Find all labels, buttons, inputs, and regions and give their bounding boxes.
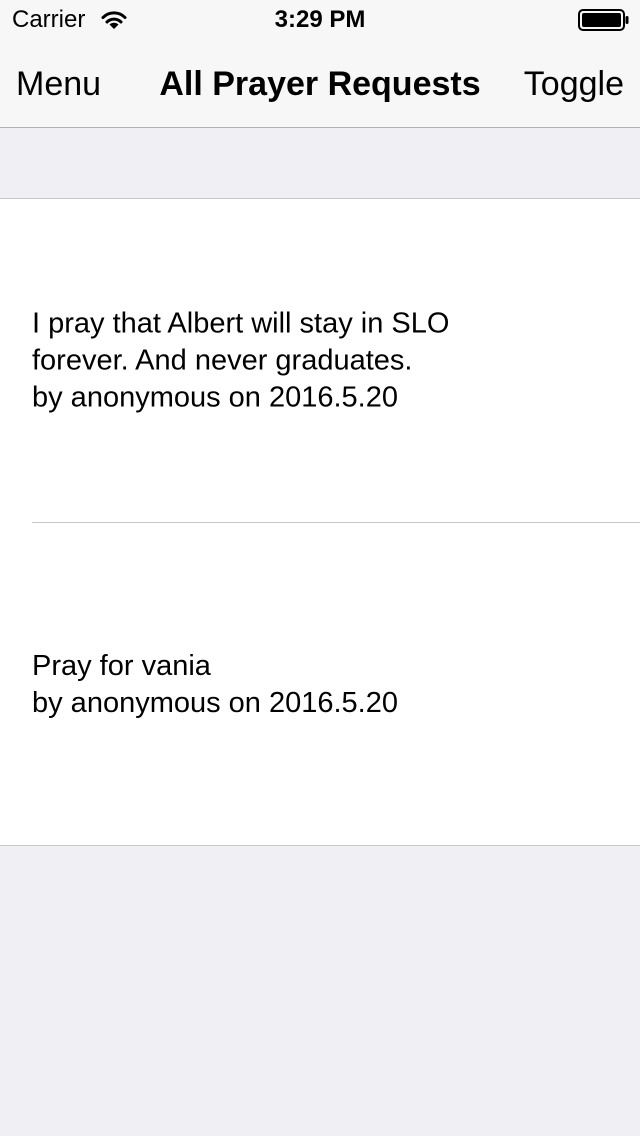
request-line: forever. And never graduates.: [32, 344, 413, 376]
request-byline: by anonymous on 2016.5.20: [32, 381, 398, 413]
status-time: 3:29 PM: [274, 6, 366, 33]
battery-icon: [578, 9, 629, 31]
toggle-button[interactable]: Toggle: [524, 64, 624, 104]
prayer-request-list: I pray that Albert will stay in SLO fore…: [0, 198, 640, 846]
prayer-request-cell[interactable]: I pray that Albert will stay in SLO fore…: [0, 199, 640, 522]
prayer-request-text: Pray for vania by anonymous on 2016.5.20: [32, 648, 616, 722]
request-byline: by anonymous on 2016.5.20: [32, 686, 398, 719]
prayer-request-cell[interactable]: Pray for vania by anonymous on 2016.5.20: [0, 523, 640, 846]
menu-button[interactable]: Menu: [16, 64, 101, 104]
prayer-request-text: I pray that Albert will stay in SLO fore…: [32, 305, 616, 416]
status-bar: Carrier 3:29 PM: [0, 0, 640, 40]
navigation-bar: Menu All Prayer Requests Toggle: [0, 40, 640, 128]
request-line: I pray that Albert will stay in SLO: [32, 307, 450, 339]
top-bar: Carrier 3:29 PM Menu All Prayer Requests…: [0, 0, 640, 128]
request-line: Pray for vania: [32, 649, 211, 682]
